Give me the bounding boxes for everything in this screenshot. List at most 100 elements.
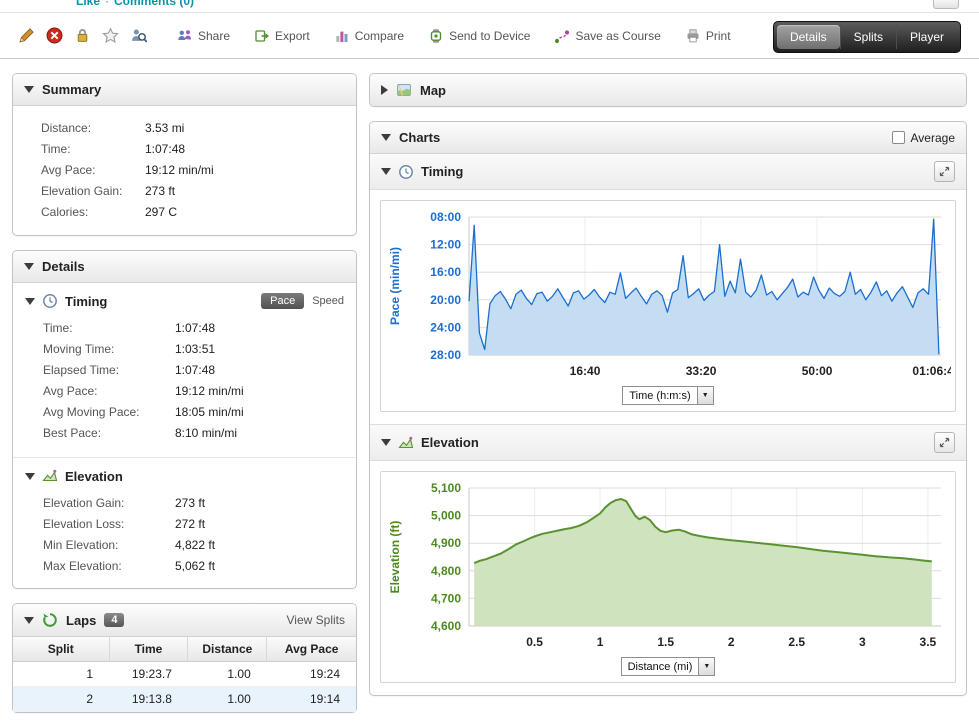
share-button[interactable]: Share [177,28,230,44]
expand-arrows-icon [938,436,951,449]
collapse-triangle-icon[interactable] [25,473,35,480]
lap-row[interactable]: 119:23.71.0019:24 [13,662,356,687]
edit-icon[interactable] [18,27,35,44]
save-as-course-button[interactable]: Save as Course [554,28,660,44]
expand-arrows-icon [938,165,951,178]
print-label: Print [706,29,731,43]
laps-table: SplitTimeDistanceAvg Pace 119:23.71.0019… [13,637,356,712]
stat-row: Calories:297 C [41,201,342,222]
expand-triangle-icon[interactable] [381,85,388,95]
charts-panel: Charts Average Timing [369,121,967,696]
svg-text:2.5: 2.5 [788,635,805,649]
quick-action-icons [18,27,147,44]
like-link[interactable]: Like [76,0,100,8]
elevation-rows: Elevation Gain:273 ftElevation Loss:272 … [13,489,356,588]
stat-label: Time: [41,142,145,156]
stat-label: Max Elevation: [43,559,175,573]
stat-value: 297 C [145,205,177,219]
compare-icon [334,28,350,44]
map-icon [396,82,412,98]
stat-value: 1:03:51 [175,342,215,356]
average-control: Average [892,131,955,145]
activity-toolbar: Share Export Compare Send to Device Save… [0,13,979,59]
svg-text:3: 3 [859,635,866,649]
export-button[interactable]: Export [254,28,310,44]
laps-column-header: Time [109,637,188,662]
favorite-star-icon[interactable] [102,27,119,44]
collapse-triangle-icon[interactable] [24,617,34,624]
print-button[interactable]: Print [685,28,731,44]
collapse-triangle-icon[interactable] [381,134,391,141]
tab-splits[interactable]: Splits [840,25,896,49]
export-icon [254,28,270,44]
elevation-x-axis-select[interactable]: Distance (mi) ▼ [621,657,716,676]
average-checkbox[interactable] [892,131,905,144]
stat-value: 272 ft [175,517,205,531]
timing-x-axis-select[interactable]: Time (h:m:s) ▼ [622,386,713,405]
compare-button[interactable]: Compare [334,28,404,44]
collapse-triangle-icon[interactable] [25,298,35,305]
stat-label: Min Elevation: [43,538,175,552]
stat-label: Moving Time: [43,342,175,356]
svg-text:01:06:4: 01:06:4 [912,364,951,378]
tab-details[interactable]: Details [777,25,840,49]
svg-text:5,000: 5,000 [431,509,461,523]
svg-text:3.5: 3.5 [920,635,937,649]
export-label: Export [275,29,310,43]
stat-row: Distance:3.53 mi [41,117,342,138]
stat-row: Avg Pace:19:12 min/mi [41,159,342,180]
privacy-lock-icon[interactable] [74,27,91,44]
stat-row: Elevation Loss:272 ft [43,513,344,534]
elevation-icon [398,435,414,451]
stat-label: Time: [43,321,175,335]
collapse-triangle-icon[interactable] [24,263,34,270]
laps-header: Laps 4 View Splits [13,604,356,637]
expand-chart-button[interactable] [934,432,955,453]
svg-text:12:00: 12:00 [430,238,461,252]
stat-row: Elapsed Time:1:07:48 [43,359,344,380]
view-splits-link[interactable]: View Splits [287,613,345,627]
save-as-course-label: Save as Course [575,29,660,43]
send-to-device-button[interactable]: Send to Device [428,28,530,44]
speed-toggle-button[interactable]: Speed [312,295,344,307]
summary-header: Summary [13,74,356,106]
laps-table-body: 119:23.71.0019:24219:13.81.0019:14 [13,662,356,712]
send-to-device-label: Send to Device [449,29,530,43]
lap-row[interactable]: 219:13.81.0019:14 [13,687,356,712]
compare-label: Compare [355,29,404,43]
elevation-x-axis-value: Distance (mi) [622,658,699,675]
charts-title: Charts [399,130,440,145]
timing-chart-section: Timing 08:0012:0016:0020:0024:0028:0016:… [370,154,966,412]
map-panel: Map [369,73,967,107]
timing-x-axis-value: Time (h:m:s) [623,387,696,404]
timing-subheader: Timing Pace Speed [13,283,356,314]
timing-rows: Time:1:07:48Moving Time:1:03:51Elapsed T… [13,314,356,455]
chevron-down-icon: ▼ [697,387,713,404]
elevation-title: Elevation [65,469,123,484]
lap-cell: 19:14 [267,687,356,712]
elevation-subheader: Elevation [13,458,356,489]
pace-toggle-button[interactable]: Pace [261,293,304,309]
expand-chart-button[interactable] [934,161,955,182]
svg-text:Pace (min/mi): Pace (min/mi) [388,247,402,325]
stat-row: Moving Time:1:03:51 [43,338,344,359]
timing-title: Timing [65,294,107,309]
collapse-triangle-icon[interactable] [24,86,34,93]
stat-row: Elevation Gain:273 ft [43,492,344,513]
elevation-chart-box: 4,6004,7004,8004,9005,0005,1000.511.522.… [380,471,956,683]
collapse-triangle-icon[interactable] [381,168,391,175]
comments-link[interactable]: Comments (0) [114,0,194,8]
svg-text:1.5: 1.5 [657,635,674,649]
laps-icon [42,612,58,628]
find-people-icon[interactable] [130,27,147,44]
svg-text:4,800: 4,800 [431,564,461,578]
chevron-down-icon: ▼ [698,658,714,675]
stat-row: Avg Moving Pace:18:05 min/mi [43,401,344,422]
collapse-triangle-icon[interactable] [381,439,391,446]
laps-panel: Laps 4 View Splits SplitTimeDistanceAvg … [12,603,357,713]
tab-player[interactable]: Player [896,25,957,49]
details-header: Details [13,251,356,283]
delete-icon[interactable] [46,27,63,44]
svg-text:50:00: 50:00 [802,364,833,378]
lap-cell: 19:23.7 [109,662,188,687]
